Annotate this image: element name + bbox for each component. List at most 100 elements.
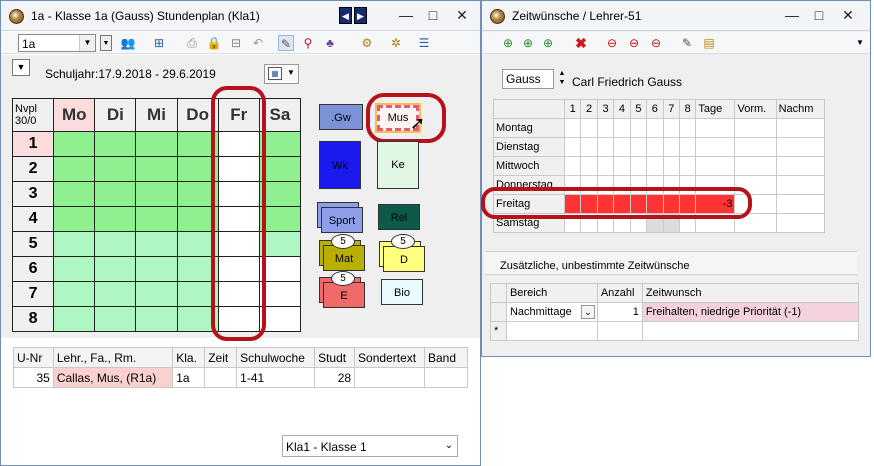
slot[interactable] <box>53 181 96 207</box>
slot[interactable] <box>53 206 96 232</box>
col-hours[interactable]: Studt <box>314 347 356 368</box>
element-select[interactable]: Kla1 - Klasse 1 ⌄ <box>282 435 458 457</box>
col-anzahl[interactable]: Anzahl <box>596 283 643 303</box>
slot[interactable] <box>135 281 178 307</box>
slot[interactable] <box>94 281 137 307</box>
day-header-di[interactable]: Di <box>94 98 137 132</box>
lesson-rel[interactable]: Rel <box>378 204 420 230</box>
minus3-icon[interactable]: ⊖ <box>648 35 664 51</box>
day-header-mo[interactable]: Mo <box>53 98 96 132</box>
close-button[interactable]: ✕ <box>452 5 472 25</box>
slot[interactable] <box>94 156 137 182</box>
lock-icon[interactable]: 🔒 <box>206 35 222 51</box>
slot[interactable] <box>135 156 178 182</box>
lesson-gw[interactable]: .Gw <box>319 104 363 130</box>
slot[interactable] <box>53 156 96 182</box>
col-bereich[interactable]: Bereich <box>505 283 598 303</box>
maximize-button[interactable]: □ <box>809 5 829 25</box>
teachers-icon[interactable]: 👥 <box>120 35 136 51</box>
teacher-fullname: Carl Friedrich Gauss <box>572 75 683 89</box>
plus3-icon[interactable]: ⊕ <box>500 35 516 51</box>
zeitwunsch-value[interactable]: Freihalten, niedrige Priorität (-1) <box>641 302 860 322</box>
new-row[interactable]: * <box>490 321 860 341</box>
col-unr[interactable]: U-Nr <box>13 347 54 368</box>
teacher-spinner[interactable]: ▲ ▼ <box>557 69 567 89</box>
lesson-wk[interactable]: Wk <box>319 141 361 189</box>
slot[interactable] <box>94 256 137 282</box>
slot[interactable] <box>94 181 137 207</box>
bereich-select[interactable]: Nachmittage ⌄ <box>505 302 598 322</box>
slot[interactable] <box>94 306 137 332</box>
lesson-d[interactable]: D <box>383 246 425 272</box>
chevron-down-icon[interactable]: ▼ <box>852 35 868 51</box>
row-selector-header <box>490 283 507 303</box>
day-header-mi[interactable]: Mi <box>135 98 178 132</box>
time-wishes-toolbar: ⊕ ⊕ ⊕ ✖ ⊖ ⊖ ⊖ ✎ ▤ ▼ <box>482 32 870 54</box>
slot[interactable] <box>135 231 178 257</box>
plus2-icon[interactable]: ⊕ <box>520 35 536 51</box>
slot[interactable] <box>53 306 96 332</box>
prev-arrow-icon[interactable]: ◀ <box>339 7 352 24</box>
unlock-icon[interactable]: ⊟ <box>228 35 244 51</box>
maximize-button[interactable]: □ <box>423 5 443 25</box>
slot[interactable] <box>53 256 96 282</box>
class-switch-icon[interactable]: ▼ <box>100 35 112 51</box>
teacher-tool-icon[interactable]: ♣ <box>322 35 338 51</box>
minus1-icon[interactable]: ⊖ <box>604 35 620 51</box>
lesson-ke[interactable]: Ke <box>377 141 419 189</box>
minus2-icon[interactable]: ⊖ <box>626 35 642 51</box>
col-6: 6 <box>646 99 664 119</box>
col-time[interactable]: Zeit <box>204 347 238 368</box>
print-icon[interactable]: ⎙ <box>184 35 200 51</box>
row-dienstag[interactable]: Dienstag <box>493 137 826 157</box>
close-button[interactable]: ✕ <box>838 5 858 25</box>
edit-icon[interactable]: ✎ <box>278 35 294 51</box>
slot[interactable] <box>53 131 96 157</box>
slot[interactable] <box>94 206 137 232</box>
col-class[interactable]: Kla. <box>172 347 206 368</box>
col-special-text[interactable]: Sondertext <box>354 347 425 368</box>
row-mittwoch[interactable]: Mittwoch <box>493 156 826 176</box>
mus-highlight <box>366 93 446 143</box>
calendar-view-button[interactable]: ▦ ▼ <box>264 64 299 84</box>
col-teacher[interactable]: Lehr., Fa., Rm. <box>52 347 174 368</box>
row-montag[interactable]: Montag <box>493 118 826 138</box>
minimize-button[interactable]: — <box>396 5 416 25</box>
slot[interactable] <box>135 256 178 282</box>
teacher-select[interactable]: Gauss <box>502 69 554 89</box>
list-menu-icon[interactable]: ☰ <box>416 35 432 51</box>
slot[interactable] <box>53 231 96 257</box>
next-arrow-icon[interactable]: ▶ <box>354 7 367 24</box>
slot[interactable] <box>135 181 178 207</box>
col-zeitwunsch[interactable]: Zeitwunsch <box>641 283 860 303</box>
slot[interactable] <box>94 131 137 157</box>
table-row[interactable]: Nachmittage ⌄ 1 Freihalten, niedrige Pri… <box>490 302 860 322</box>
gear-icon[interactable]: ✲ <box>388 35 404 51</box>
col-week[interactable]: Schulwoche <box>236 347 316 368</box>
class-select[interactable]: 1a ▼ <box>18 34 96 52</box>
lesson-sport[interactable]: Sport <box>321 207 363 233</box>
undo-icon[interactable]: ↶ <box>250 35 266 51</box>
slot[interactable] <box>135 206 178 232</box>
cell-special-text <box>354 367 425 388</box>
pin-icon[interactable]: ⚲ <box>300 35 316 51</box>
slot[interactable] <box>135 306 178 332</box>
grid-icon[interactable]: ⊞ <box>151 35 167 51</box>
anzahl-value[interactable]: 1 <box>596 302 643 322</box>
dropdown-toggle[interactable]: ▼ <box>12 59 30 76</box>
slot[interactable] <box>135 131 178 157</box>
edit-icon[interactable]: ✎ <box>679 35 695 51</box>
plus1-icon[interactable]: ⊕ <box>540 35 556 51</box>
minimize-button[interactable]: — <box>782 5 802 25</box>
slot[interactable] <box>94 231 137 257</box>
timetable-titlebar[interactable]: 1a - Klasse 1a (Gauss) Stundenplan (Kla1… <box>1 1 480 31</box>
app-icon <box>490 9 505 24</box>
col-band[interactable]: Band <box>424 347 468 368</box>
table-row[interactable]: 35 Callas, Mus, (R1a) 1a 1-41 28 <box>13 367 468 388</box>
lesson-bio[interactable]: Bio <box>381 279 423 305</box>
time-wishes-titlebar[interactable]: Zeitwünsche / Lehrer-51 — □ ✕ <box>482 1 870 31</box>
delete-icon[interactable]: ✖ <box>573 35 589 51</box>
slot[interactable] <box>53 281 96 307</box>
bookmark-icon[interactable]: ▤ <box>701 35 717 51</box>
settings-gear-icon[interactable]: ⚙ <box>359 35 375 51</box>
